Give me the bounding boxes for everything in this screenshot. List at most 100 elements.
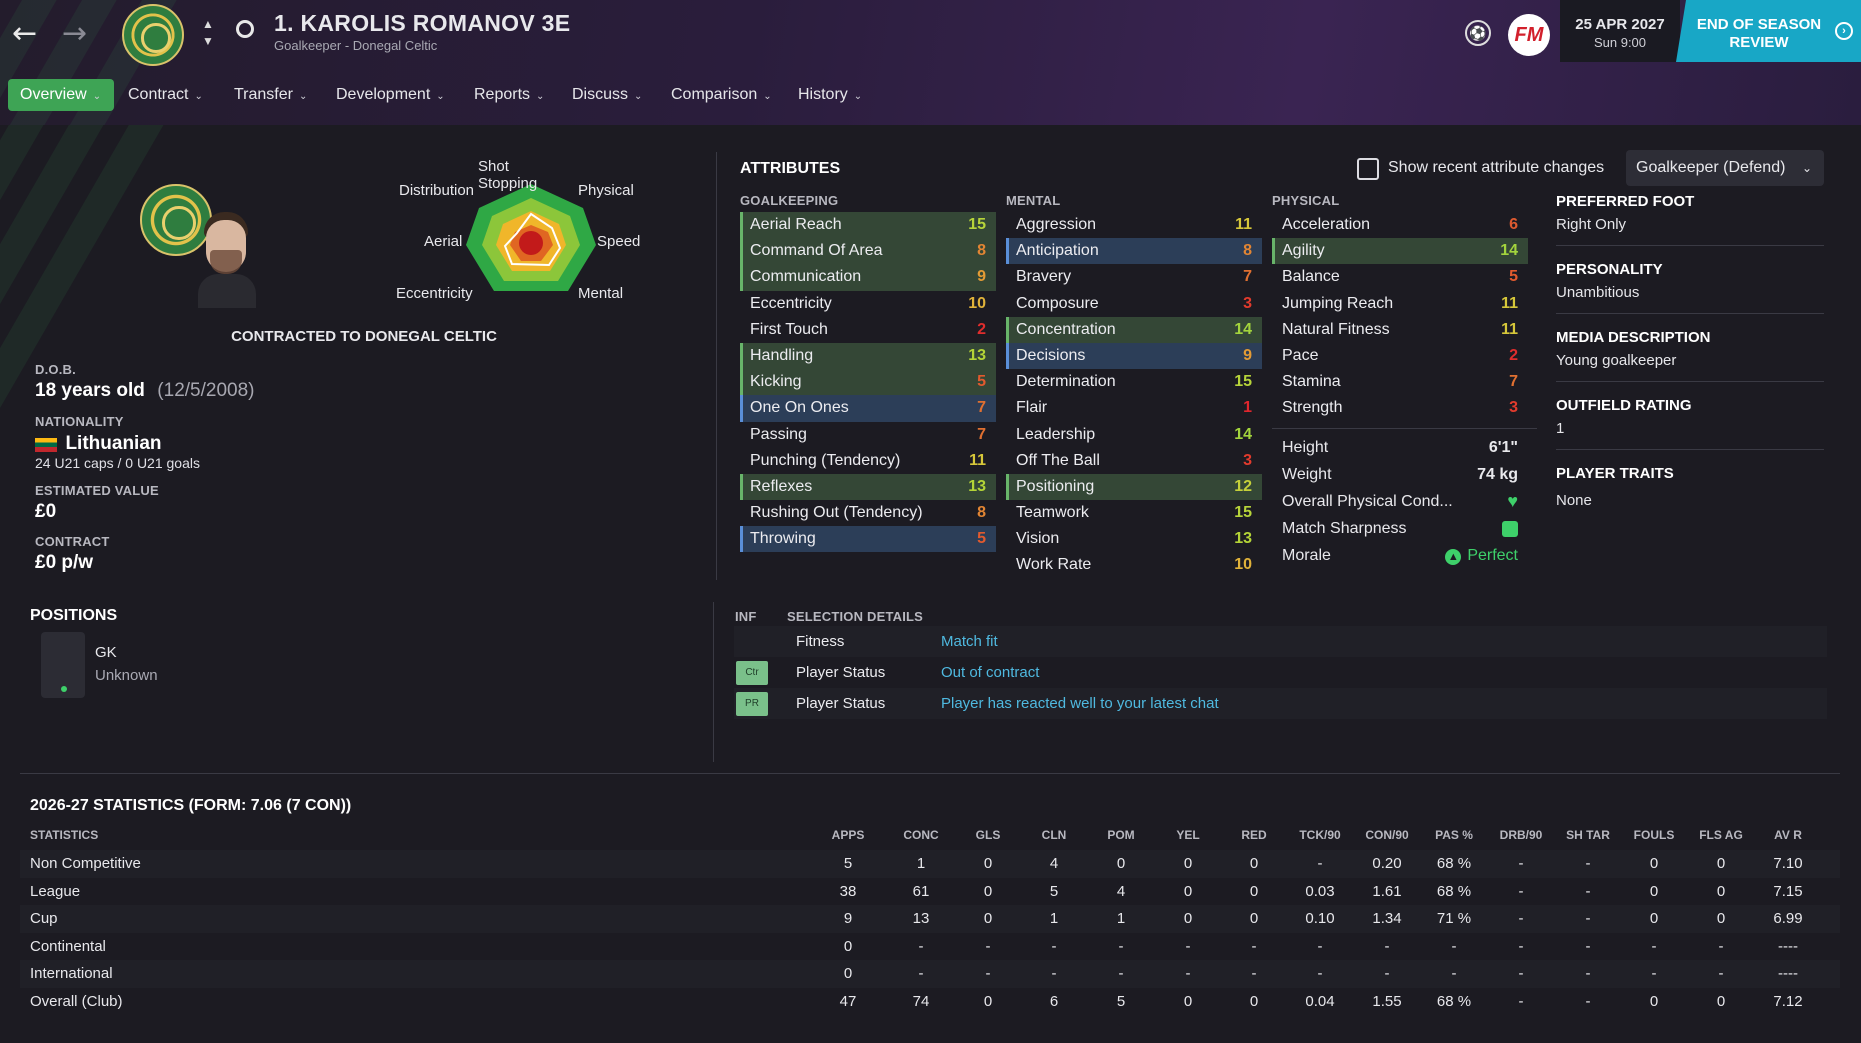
selection-row[interactable]: Fitness Match fit bbox=[734, 626, 1827, 657]
sharpness-row[interactable]: Match Sharpness bbox=[1272, 515, 1528, 542]
stats-header-cell[interactable]: PAS % bbox=[1424, 822, 1484, 850]
stats-cell: 0 bbox=[1716, 992, 1726, 1010]
stats-header-cell[interactable]: AV R bbox=[1758, 822, 1818, 850]
stats-row[interactable]: Non Competitive 5 1 0 4 0 0 0 - 0.20 68 % - - 0 0 7.10 bbox=[20, 850, 1840, 878]
stats-header-cell[interactable]: STATISTICS bbox=[30, 822, 230, 850]
attribute-row[interactable]: Aggression 11 bbox=[1006, 212, 1262, 238]
attribute-row[interactable]: Passing 7 bbox=[740, 422, 996, 448]
attribute-row[interactable]: Anticipation 8 bbox=[1006, 238, 1262, 265]
attribute-row[interactable]: Command Of Area 8 bbox=[740, 238, 996, 265]
attribute-row[interactable]: Flair 1 bbox=[1006, 395, 1262, 421]
morale-row[interactable]: Morale ▲ Perfect bbox=[1272, 542, 1528, 569]
attribute-row[interactable]: Teamwork 15 bbox=[1006, 500, 1262, 526]
attribute-value: 15 bbox=[968, 216, 986, 233]
stats-cell: 0 bbox=[983, 855, 993, 872]
attribute-row[interactable]: One On Ones 7 bbox=[740, 395, 996, 422]
attribute-row[interactable]: Leadership 14 bbox=[1006, 422, 1262, 448]
attribute-row[interactable]: Aerial Reach 15 bbox=[740, 212, 996, 239]
ctr-badge: Ctr bbox=[736, 661, 768, 685]
stats-cell: 0 bbox=[1183, 992, 1193, 1010]
attribute-name: Handling bbox=[750, 346, 814, 364]
stats-row[interactable]: Overall (Club) 47 74 0 6 5 0 0 0.04 1.55 68 % - - 0 0 7… bbox=[20, 988, 1840, 1016]
attribute-row[interactable]: Balance 5 bbox=[1272, 264, 1528, 290]
stats-cell: 7.10 bbox=[1773, 855, 1803, 872]
stats-row[interactable]: League 38 61 0 5 4 0 0 0.03 1.61 68 % - - 0 0 7.15 bbox=[20, 878, 1840, 906]
attribute-row[interactable]: Rushing Out (Tendency) 8 bbox=[740, 500, 996, 526]
attribute-row[interactable]: Bravery 7 bbox=[1006, 264, 1262, 290]
attribute-value: 7 bbox=[1243, 268, 1252, 286]
attribute-row[interactable]: Kicking 5 bbox=[740, 369, 996, 396]
attribute-row[interactable]: Composure 3 bbox=[1006, 291, 1262, 317]
stats-cell: - bbox=[985, 965, 991, 982]
attribute-row[interactable]: Determination 15 bbox=[1006, 369, 1262, 395]
attribute-row[interactable]: Off The Ball 3 bbox=[1006, 448, 1262, 474]
stats-cell: - bbox=[1518, 965, 1524, 982]
attribute-row[interactable]: Positioning 12 bbox=[1006, 473, 1262, 501]
attribute-row[interactable]: Handling 13 bbox=[740, 342, 996, 370]
attribute-name: Reflexes bbox=[750, 477, 813, 495]
attribute-row[interactable]: Communication 9 bbox=[740, 264, 996, 291]
stats-cell: 47 bbox=[839, 992, 857, 1010]
attribute-row[interactable]: Reflexes 13 bbox=[740, 473, 996, 501]
stats-header-cell[interactable]: DRB/90 bbox=[1491, 822, 1551, 850]
stats-cell: 1.34 bbox=[1372, 910, 1402, 927]
condition-row[interactable]: Overall Physical Cond... ♥ bbox=[1272, 488, 1528, 515]
stats-row[interactable]: Continental 0- - - - - - - - - - - - - ---- bbox=[20, 933, 1840, 961]
divider bbox=[1556, 313, 1824, 314]
radar-label-shot-stopping: Shot Stopping bbox=[478, 158, 538, 192]
stats-row[interactable]: Cup 9 13 0 1 1 0 0 0.10 1.34 71 % - - 0 0 6.99 bbox=[20, 905, 1840, 933]
stats-header-cell[interactable]: CON/90 bbox=[1357, 822, 1417, 850]
attribute-row[interactable]: Pace 2 bbox=[1272, 343, 1528, 369]
role-select[interactable]: Goalkeeper (Defend) ⌄ bbox=[1626, 150, 1824, 186]
nationality-block[interactable]: Lithuanian bbox=[35, 433, 162, 455]
stats-cell: - bbox=[1651, 937, 1657, 955]
attribute-row[interactable]: Acceleration 6 bbox=[1272, 212, 1528, 238]
attribute-row[interactable]: Concentration 14 bbox=[1006, 316, 1262, 343]
selection-row[interactable]: PR Player Status Player has reacted well… bbox=[734, 688, 1827, 719]
stats-header-cell[interactable]: POM bbox=[1091, 822, 1151, 850]
stats-header-cell[interactable]: CLN bbox=[1024, 822, 1084, 850]
stats-header-cell[interactable]: YEL bbox=[1158, 822, 1218, 850]
attribute-row[interactable]: Throwing 5 bbox=[740, 526, 996, 553]
stats-header-cell[interactable]: FOULS bbox=[1624, 822, 1684, 850]
show-changes-label[interactable]: Show recent attribute changes bbox=[1388, 159, 1604, 177]
stats-cell: - bbox=[1317, 937, 1323, 955]
attribute-value: 14 bbox=[1500, 242, 1518, 260]
pitch-position-icon[interactable] bbox=[41, 632, 85, 698]
stats-header-cell[interactable]: SH TAR bbox=[1558, 822, 1618, 850]
selection-key: Player Status bbox=[796, 695, 886, 712]
attribute-value: 8 bbox=[977, 242, 986, 260]
stats-cell: - bbox=[1251, 937, 1257, 955]
stats-cell: 4 bbox=[1049, 855, 1059, 872]
attribute-row[interactable]: Stamina 7 bbox=[1272, 369, 1528, 395]
stats-header-cell[interactable]: APPS bbox=[818, 822, 878, 850]
value-text: £0 bbox=[35, 501, 57, 522]
attribute-name: One On Ones bbox=[750, 399, 849, 417]
stats-cell: - bbox=[918, 937, 924, 955]
attribute-row[interactable]: Natural Fitness 11 bbox=[1272, 317, 1528, 343]
stats-header-cell[interactable]: CONC bbox=[891, 822, 951, 850]
attribute-row[interactable]: Strength 3 bbox=[1272, 395, 1528, 421]
stats-row[interactable]: International 0- - - - - - - - - - - - - ---- bbox=[20, 960, 1840, 988]
selection-value: Match fit bbox=[941, 633, 998, 650]
selection-row[interactable]: Ctr Player Status Out of contract bbox=[734, 657, 1827, 688]
attribute-value: 12 bbox=[1234, 477, 1252, 495]
attribute-row[interactable]: Punching (Tendency) 11 bbox=[740, 448, 996, 474]
attribute-row[interactable]: First Touch 2 bbox=[740, 317, 996, 343]
attribute-row[interactable]: Jumping Reach 11 bbox=[1272, 291, 1528, 317]
attribute-value: 9 bbox=[1243, 346, 1252, 364]
outfield-value: 1 bbox=[1556, 420, 1565, 437]
stats-header-cell[interactable]: FLS AG bbox=[1691, 822, 1751, 850]
attribute-row[interactable]: Vision 13 bbox=[1006, 526, 1262, 552]
attribute-row[interactable]: Eccentricity 10 bbox=[740, 291, 996, 317]
mental-title: MENTAL bbox=[1006, 193, 1061, 208]
stats-header-cell[interactable]: GLS bbox=[958, 822, 1018, 850]
show-changes-checkbox[interactable] bbox=[1357, 158, 1379, 180]
stats-header-cell[interactable]: RED bbox=[1224, 822, 1284, 850]
stats-cell: Non Competitive bbox=[30, 855, 141, 872]
stats-header-cell[interactable]: TCK/90 bbox=[1290, 822, 1350, 850]
mental-attributes: Aggression 11 Anticipation 8 Bravery 7 Composu… bbox=[1006, 212, 1262, 579]
attribute-row[interactable]: Decisions 9 bbox=[1006, 342, 1262, 370]
attribute-row[interactable]: Agility 14 bbox=[1272, 238, 1528, 265]
attribute-row[interactable]: Work Rate 10 bbox=[1006, 552, 1262, 578]
